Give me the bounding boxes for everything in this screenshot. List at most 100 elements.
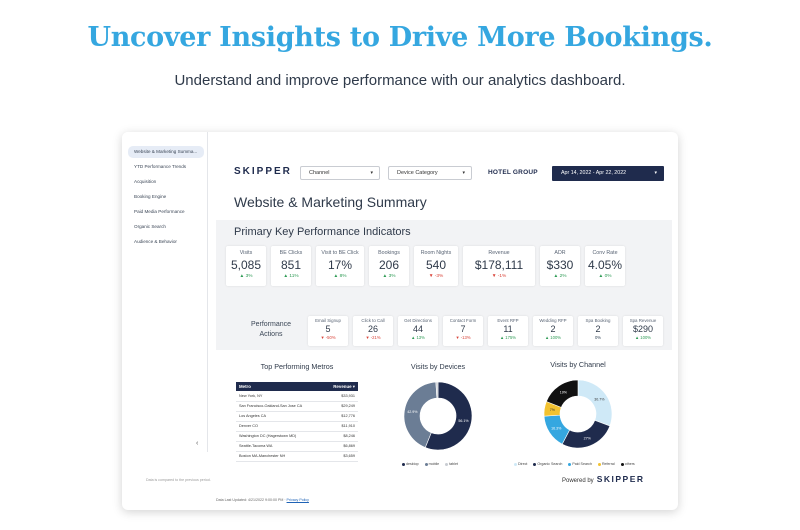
metro-cell: New York, NY xyxy=(236,391,324,402)
legend-label: mobile xyxy=(428,462,440,466)
donut-slice-direct[interactable] xyxy=(577,379,613,427)
revenue-cell: $6,869 xyxy=(323,441,358,452)
kpi-value: 4.05% xyxy=(587,258,623,272)
kpi-label: Visit to BE Click xyxy=(321,250,359,256)
privacy-policy-link[interactable]: Privacy Policy xyxy=(287,498,309,502)
action-label: Email Signup xyxy=(315,318,341,323)
kpi-label: Bookings xyxy=(378,250,400,256)
action-delta-value: -21% xyxy=(370,335,381,340)
legend-swatch xyxy=(445,462,449,466)
slice-data-label: 16.3% xyxy=(551,426,562,430)
action-delta: ▲ 175% xyxy=(488,335,528,340)
action-value: 7 xyxy=(460,324,466,334)
action-value: 5 xyxy=(325,324,331,334)
action-delta: ▼ -21% xyxy=(353,335,393,340)
sidebar-item-website-marketing[interactable]: Website & Marketing Summa... xyxy=(128,146,204,158)
column-header-revenue[interactable]: Revenue ▾ xyxy=(323,382,358,391)
kpi-delta-value: 11% xyxy=(289,274,299,279)
column-header-metro[interactable]: Metro xyxy=(236,382,324,391)
chevron-down-icon: ▾ xyxy=(370,170,373,176)
action-delta: 0% xyxy=(578,335,618,340)
action-label: Contact Form xyxy=(449,318,477,323)
kpi-card: Room Nights 540 ▼ -3% xyxy=(414,246,458,286)
kpi-label: Room Nights xyxy=(420,250,452,256)
kpi-value: 17% xyxy=(327,258,353,272)
chevron-down-icon: ▾ xyxy=(462,170,465,176)
kpi-section-title: Primary Key Performance Indicators xyxy=(234,226,411,238)
charts-section: Top Performing Metros Metro Revenue ▾ Ne… xyxy=(216,350,672,486)
sidebar-item-ytd-trends[interactable]: YTD Performance Trends xyxy=(128,161,204,173)
kpi-value: 5,085 xyxy=(230,258,262,272)
channel-chart-title: Visits by Channel xyxy=(550,360,606,369)
action-delta: ▲ 100% xyxy=(623,335,663,340)
slice-data-label: 19% xyxy=(560,391,568,395)
powered-by-brand: SKIPPER xyxy=(596,474,645,484)
sidebar-item-booking-engine[interactable]: Booking Engine xyxy=(128,191,204,203)
kpi-card: ADR $330 ▲ 2% xyxy=(540,246,580,286)
revenue-cell: $12,776 xyxy=(323,411,358,422)
date-range-label: Apr 14, 2022 - Apr 22, 2022 xyxy=(561,170,627,176)
legend-item: tablet xyxy=(445,462,458,466)
date-range-picker[interactable]: Apr 14, 2022 - Apr 22, 2022 ▾ xyxy=(552,166,664,181)
collapse-sidebar-icon[interactable]: ‹ xyxy=(196,440,198,447)
sidebar-item-organic-search[interactable]: Organic Search xyxy=(128,221,204,233)
kpi-value: $330 xyxy=(546,258,574,272)
action-delta-value: 100% xyxy=(550,335,562,340)
kpi-label: BE Clicks xyxy=(279,250,303,256)
legend-item: mobile xyxy=(424,462,440,466)
kpi-delta: ▲ 3% xyxy=(226,274,266,279)
metros-title: Top Performing Metros xyxy=(260,362,334,371)
kpi-value: 206 xyxy=(378,258,400,272)
action-label: Get Directions xyxy=(404,318,432,323)
kpi-value: 540 xyxy=(425,258,447,272)
last-updated-bar: Data Last Updated: 4/21/2022 9:00:00 PM … xyxy=(216,498,309,502)
action-label: Spa Revenue xyxy=(629,318,657,323)
sidebar: Website & Marketing Summa... YTD Perform… xyxy=(122,132,208,452)
metro-cell: Los Angeles CA xyxy=(236,411,324,422)
performance-action-card: Event RFP 11 ▲ 175% xyxy=(488,316,528,346)
legend-swatch xyxy=(514,462,517,466)
channel-donut-chart: 30.7% 27% 16.3% 7% 19% xyxy=(543,379,613,449)
kpi-delta: ▲ 11% xyxy=(271,274,311,279)
kpi-delta-value: 0% xyxy=(604,274,612,279)
action-value: 2 xyxy=(595,324,601,334)
kpi-delta: ▲ 2% xyxy=(540,274,580,279)
devices-legend: desktop mobile tablet xyxy=(402,462,464,466)
action-value: 26 xyxy=(367,324,378,334)
sidebar-item-paid-media[interactable]: Paid Media Performance xyxy=(128,206,204,218)
channel-dropdown[interactable]: Channel ▾ xyxy=(300,166,380,180)
action-delta-value: 13% xyxy=(416,335,425,340)
action-delta: ▼ -50% xyxy=(308,335,348,340)
kpi-delta-value: -1% xyxy=(497,274,507,279)
legend-swatch xyxy=(533,462,537,466)
comparison-footnote: Data is compared to the previous period. xyxy=(146,478,211,482)
device-category-dropdown[interactable]: Device Category ▾ xyxy=(388,166,472,180)
kpi-delta: ▲ 8% xyxy=(316,274,364,279)
kpi-delta-value: 2% xyxy=(559,274,567,279)
hero-title: Uncover Insights to Drive More Bookings. xyxy=(87,22,713,53)
kpi-card: Conv Rate 4.05% ▲ 0% xyxy=(585,246,625,286)
sidebar-item-acquisition[interactable]: Acquisition xyxy=(128,176,204,188)
legend-swatch xyxy=(620,462,624,466)
sidebar-item-audience-behavior[interactable]: Audience & Behavior xyxy=(128,236,204,248)
legend-label: desktop xyxy=(406,462,419,466)
legend-swatch xyxy=(402,462,405,466)
powered-by-label: Powered by xyxy=(562,478,594,484)
kpi-delta: ▼ -3% xyxy=(414,274,458,279)
donut-slice-organic-search[interactable] xyxy=(561,419,611,449)
table-row: Los Angeles CA $12,776 xyxy=(236,411,358,422)
hotel-group-logo: HOTEL GROUP xyxy=(488,169,538,176)
legend-swatch xyxy=(597,462,601,466)
performance-action-card: Contact Form 7 ▼ -13% xyxy=(443,316,483,346)
slice-data-label: 42.9% xyxy=(407,410,418,414)
dashboard-frame: Website & Marketing Summa... YTD Perform… xyxy=(122,132,678,510)
revenue-cell: $29,249 xyxy=(323,401,358,412)
kpi-delta-value: 3% xyxy=(245,274,253,279)
legend-item: Organic Search xyxy=(533,462,562,466)
action-delta-value: 100% xyxy=(640,335,652,340)
metro-cell: San Francisco-Oakland-San Jose CA xyxy=(236,401,324,412)
performance-actions-label: Performance Actions xyxy=(250,321,292,338)
legend-label: Referral xyxy=(601,462,615,466)
revenue-cell: $3,659 xyxy=(323,451,358,462)
kpi-delta: ▲ 0% xyxy=(585,274,625,279)
